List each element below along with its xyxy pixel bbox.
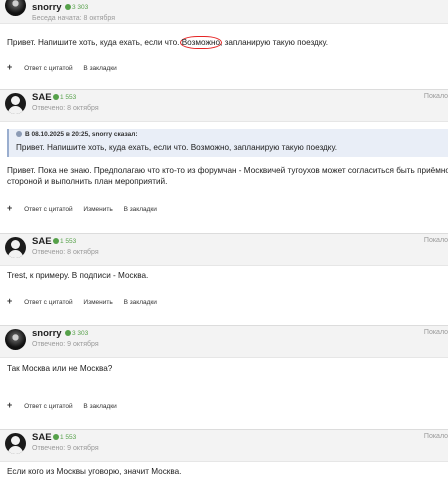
post-date: Отвечено: 9 октября	[32, 445, 99, 452]
author-name[interactable]: SAE	[32, 92, 52, 103]
post-1: snorry 3 303 Беседа начата: 8 октября Пр…	[0, 0, 448, 82]
reputation-badge: 1 553	[53, 94, 76, 101]
post-date: Отвечено: 9 октября	[32, 341, 99, 348]
quote-block: В 08.10.2025 в 20:25, snorry сказал: При…	[7, 129, 448, 157]
post-content: Если кого из Москвы уговорю, значит Моск…	[7, 467, 182, 476]
plus-button[interactable]: +	[7, 296, 12, 306]
bookmark-button[interactable]: В закладки	[83, 65, 116, 72]
reputation-icon	[53, 434, 59, 440]
reputation-icon	[65, 330, 71, 336]
reply-quote-button[interactable]: Ответ с цитатой	[24, 65, 73, 72]
reply-quote-button[interactable]: Ответ с цитатой	[24, 206, 73, 213]
reputation-badge: 1 553	[53, 238, 76, 245]
author-name[interactable]: SAE	[32, 432, 52, 443]
edit-button[interactable]: Изменить	[83, 299, 112, 306]
report-link[interactable]: Покало	[424, 433, 448, 440]
plus-button[interactable]: +	[7, 400, 12, 410]
bookmark-button[interactable]: В закладки	[83, 403, 116, 410]
reply-quote-button[interactable]: Ответ с цитатой	[24, 403, 73, 410]
post-header: SAE 1 553 Отвечено: 9 октября Покало	[0, 429, 448, 462]
report-link[interactable]: Покало	[424, 329, 448, 336]
post-date: Отвечено: 8 октября	[32, 105, 99, 112]
post-actions: + Ответ с цитатой В закладки	[7, 62, 126, 74]
post-header: snorry 3 303 Беседа начата: 8 октября	[0, 0, 448, 24]
quote-text: Привет. Напишите хоть, куда ехать, если …	[16, 143, 338, 152]
post-content: Привет. Напишите хоть, куда ехать, если …	[7, 36, 329, 49]
quote-icon	[16, 131, 22, 137]
post-actions: + Ответ с цитатой Изменить В закладки	[7, 203, 166, 215]
post-3: SAE 1 553 Отвечено: 8 октября Покало Tre…	[0, 233, 448, 319]
reputation-badge: 3 303	[65, 330, 88, 337]
post-2: SAE 1 553 Отвечено: 8 октября Покало В 0…	[0, 89, 448, 227]
bookmark-button[interactable]: В закладки	[124, 299, 157, 306]
avatar[interactable]	[5, 93, 26, 114]
reputation-badge: 1 553	[53, 434, 76, 441]
reputation-badge: 3 303	[65, 4, 88, 11]
post-actions: + Ответ с цитатой В закладки	[7, 400, 126, 412]
bookmark-button[interactable]: В закладки	[124, 206, 157, 213]
post-date: Беседа начата: 8 октября	[32, 15, 116, 22]
post-actions: + Ответ с цитатой Изменить В закладки	[7, 296, 166, 308]
avatar[interactable]	[5, 329, 26, 350]
avatar[interactable]	[5, 433, 26, 454]
plus-button[interactable]: +	[7, 62, 12, 72]
report-link[interactable]: Покало	[424, 93, 448, 100]
edit-button[interactable]: Изменить	[83, 206, 112, 213]
author-name[interactable]: SAE	[32, 236, 52, 247]
avatar[interactable]	[5, 237, 26, 258]
post-4: snorry 3 303 Отвечено: 9 октября Покало …	[0, 325, 448, 423]
post-date: Отвечено: 8 октября	[32, 249, 99, 256]
avatar[interactable]	[5, 0, 26, 16]
post-5: SAE 1 553 Отвечено: 9 октября Покало Есл…	[0, 429, 448, 480]
author-name[interactable]: snorry	[32, 2, 62, 13]
post-header: SAE 1 553 Отвечено: 8 октября Покало	[0, 233, 448, 266]
quote-header: В 08.10.2025 в 20:25, snorry сказал:	[16, 131, 138, 138]
highlighted-word: Возможно	[179, 36, 223, 49]
reputation-icon	[65, 4, 71, 10]
post-content: Привет. Пока не знаю. Предполагаю что кт…	[7, 166, 448, 186]
post-content: Trest, к примеру. В подписи - Москва.	[7, 271, 149, 280]
post-content: Так Москва или не Москва?	[7, 364, 113, 373]
reputation-icon	[53, 94, 59, 100]
author-name[interactable]: snorry	[32, 328, 62, 339]
post-header: snorry 3 303 Отвечено: 9 октября Покало	[0, 325, 448, 358]
reputation-icon	[53, 238, 59, 244]
plus-button[interactable]: +	[7, 203, 12, 213]
reply-quote-button[interactable]: Ответ с цитатой	[24, 299, 73, 306]
report-link[interactable]: Покало	[424, 237, 448, 244]
post-header: SAE 1 553 Отвечено: 8 октября Покало	[0, 89, 448, 122]
